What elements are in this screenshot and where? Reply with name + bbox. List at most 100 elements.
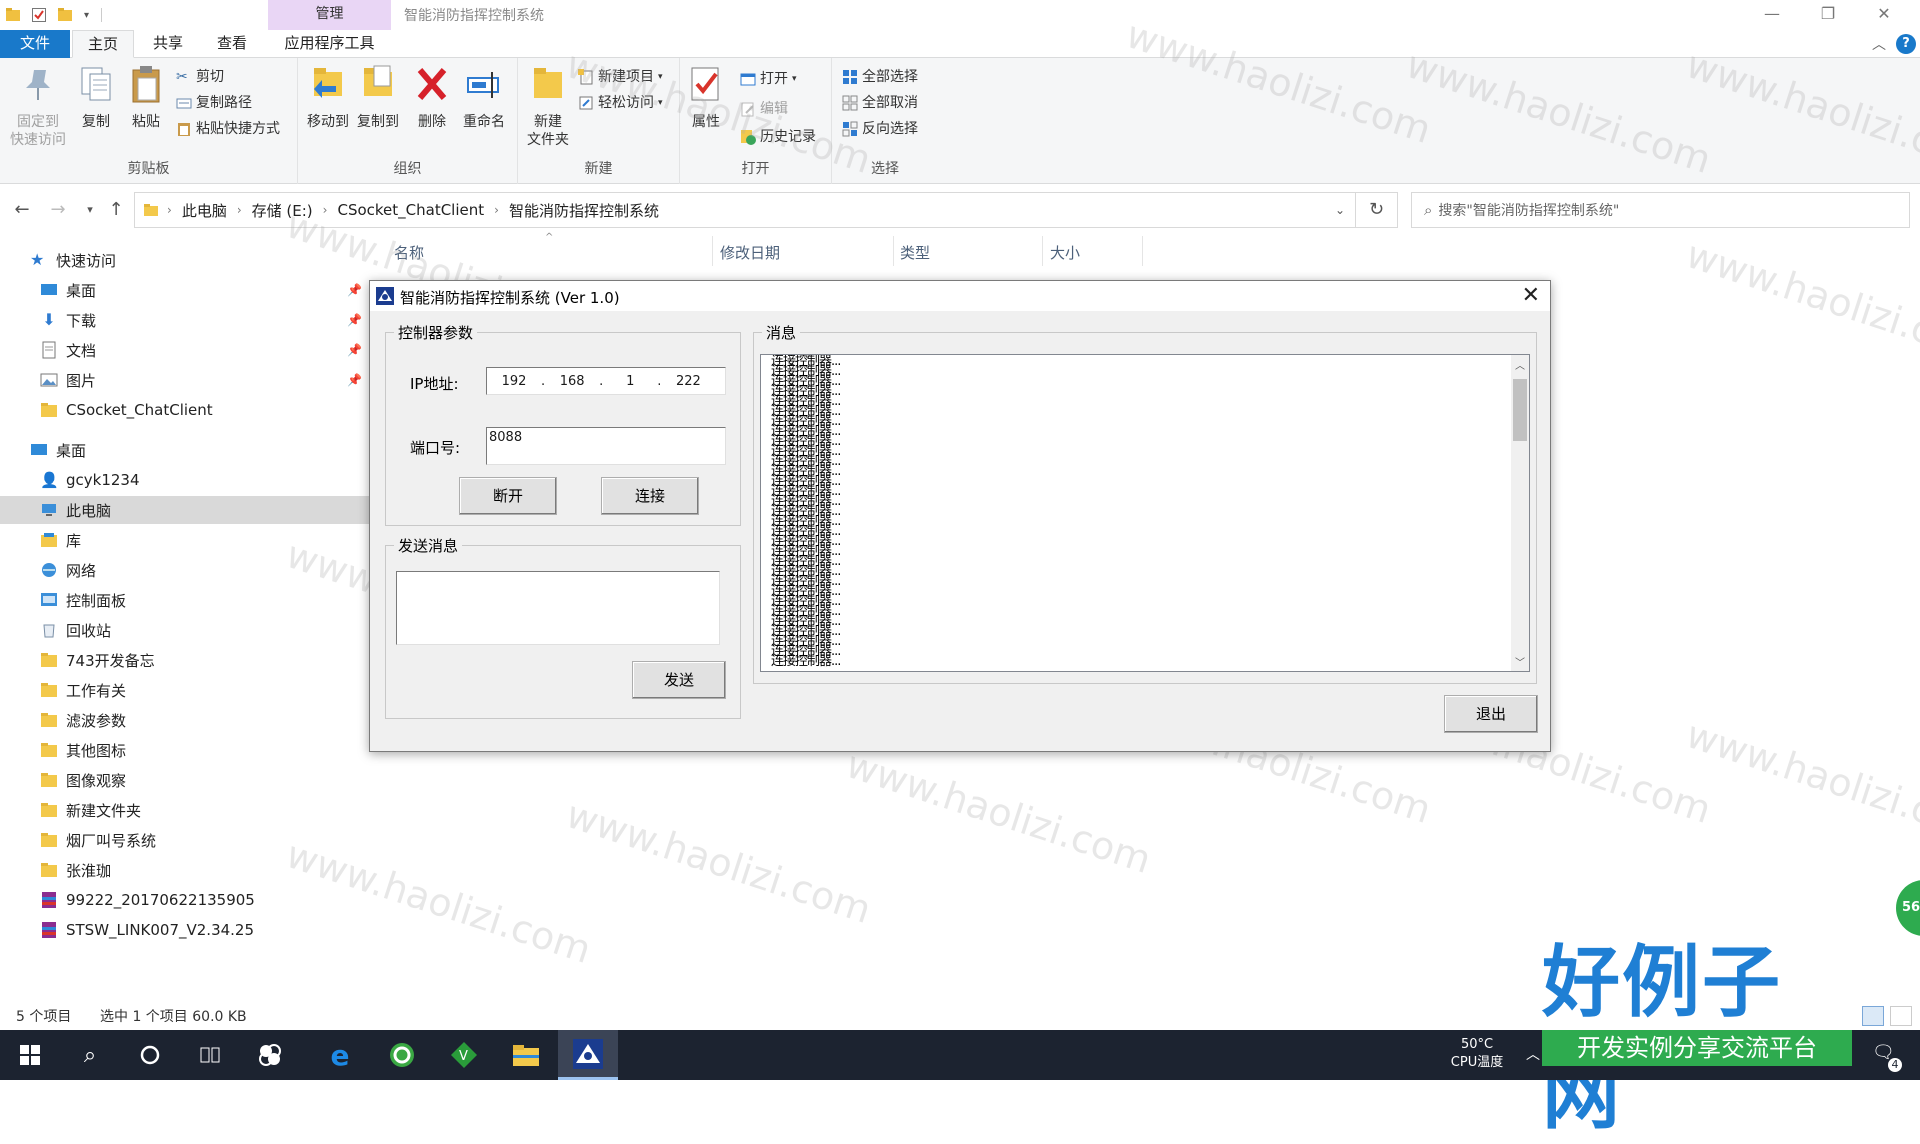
nav-item[interactable]: 控制面板 — [0, 586, 370, 614]
ip-octet[interactable]: 192 — [487, 374, 541, 389]
column-modified[interactable]: 修改日期 — [720, 242, 780, 263]
disconnect-button[interactable]: 断开 — [459, 477, 557, 515]
new-item-button[interactable]: 新建项目 ▾ — [578, 66, 663, 88]
ip-address-field[interactable]: 192. 168. 1. 222 — [486, 367, 726, 395]
collapse-ribbon-icon[interactable]: ︿ — [1872, 34, 1886, 54]
forward-arrow-icon[interactable]: → — [46, 198, 70, 222]
minimize-button[interactable]: — — [1744, 0, 1800, 30]
paste-shortcut-button[interactable]: 粘贴快捷方式 — [176, 118, 280, 140]
pin-icon[interactable]: 📌 — [347, 283, 362, 297]
open-button[interactable]: 打开 ▾ — [740, 68, 797, 90]
ip-octet[interactable]: 168 — [545, 374, 599, 389]
column-size[interactable]: 大小 — [1050, 242, 1080, 263]
details-view-icon[interactable] — [1862, 1006, 1884, 1026]
vim-icon[interactable]: V — [434, 1030, 494, 1080]
start-windows-icon[interactable] — [0, 1030, 60, 1080]
recent-locations-icon[interactable]: ▾ — [78, 198, 102, 222]
nav-item[interactable]: 库 — [0, 526, 370, 554]
move-to-button[interactable]: 移动到 — [304, 64, 352, 131]
back-arrow-icon[interactable]: ← — [10, 198, 34, 222]
copy-path-button[interactable]: 复制路径 — [176, 92, 252, 114]
close-window-button[interactable]: ✕ — [1856, 0, 1912, 30]
nav-item[interactable]: 图像观察 — [0, 766, 370, 794]
invert-selection-button[interactable]: 反向选择 — [842, 118, 918, 140]
tab-view[interactable]: 查看 — [202, 30, 262, 58]
nav-item[interactable]: 👤 gcyk1234 — [0, 466, 370, 494]
nav-item[interactable]: 新建文件夹 — [0, 796, 370, 824]
search-input[interactable]: ⌕ 搜索"智能消防指挥控制系统" — [1411, 192, 1910, 228]
new-folder-icon[interactable] — [58, 7, 72, 23]
nav-item[interactable]: 99222_20170622135905 — [0, 886, 370, 914]
connect-button[interactable]: 连接 — [601, 477, 699, 515]
edge-browser-icon[interactable]: e — [310, 1030, 370, 1080]
search-icon[interactable]: ⌕ — [60, 1030, 120, 1080]
new-folder-button[interactable]: 新建 文件夹 — [524, 64, 572, 149]
column-divider[interactable] — [1142, 236, 1143, 266]
message-scrollbar[interactable]: ︿ ﹀ — [1511, 355, 1529, 671]
tab-file[interactable]: 文件 — [0, 30, 70, 58]
fire-control-app-icon[interactable] — [558, 1030, 618, 1080]
nav-item[interactable]: 张淮珈 — [0, 856, 370, 884]
scroll-thumb[interactable] — [1513, 379, 1527, 441]
tab-home[interactable]: 主页 — [72, 30, 134, 58]
column-name[interactable]: 名称 — [394, 242, 424, 263]
tab-share[interactable]: 共享 — [138, 30, 198, 58]
select-none-button[interactable]: 全部取消 — [842, 92, 918, 114]
tray-expand-icon[interactable]: ︿ — [1526, 1044, 1540, 1064]
restore-button[interactable]: ❐ — [1800, 0, 1856, 30]
properties-check-icon[interactable] — [32, 7, 46, 23]
nav-item[interactable]: 工作有关 — [0, 676, 370, 704]
qat-dropdown-icon[interactable]: ▾ — [84, 10, 89, 21]
pin-icon[interactable]: 📌 — [347, 343, 362, 357]
nav-desktop[interactable]: 桌面 — [0, 436, 370, 464]
exit-button[interactable]: 退出 — [1444, 695, 1538, 733]
dialog-close-icon[interactable]: ✕ — [1522, 283, 1540, 308]
column-divider[interactable] — [893, 236, 894, 266]
nav-qa-documents[interactable]: 文档 📌 — [0, 336, 370, 364]
nav-qa-desktop[interactable]: 桌面 📌 — [0, 276, 370, 304]
context-tab-manage[interactable]: 管理 — [268, 0, 391, 30]
nav-item[interactable]: 回收站 — [0, 616, 370, 644]
nav-qa-csocket[interactable]: CSocket_ChatClient — [0, 396, 370, 424]
easy-access-button[interactable]: 轻松访问 ▾ — [578, 92, 663, 114]
pin-quick-access-button[interactable]: 固定到 快速访问 — [6, 64, 70, 149]
pin-icon[interactable]: 📌 — [347, 373, 362, 387]
nav-item[interactable]: 滤波参数 — [0, 706, 370, 734]
cut-button[interactable]: ✂ 剪切 — [176, 66, 224, 88]
scroll-down-icon[interactable]: ﹀ — [1511, 654, 1529, 669]
scroll-up-icon[interactable]: ︿ — [1511, 357, 1529, 372]
breadcrumb-current-folder[interactable]: 智能消防指挥控制系统 — [503, 200, 665, 221]
nav-qa-pictures[interactable]: 图片 📌 — [0, 366, 370, 394]
paste-button[interactable]: 粘贴 — [122, 64, 170, 131]
address-dropdown-icon[interactable]: ⌄ — [1335, 203, 1345, 217]
up-arrow-icon[interactable]: ↑ — [104, 198, 128, 222]
nav-item[interactable]: 网络 — [0, 556, 370, 584]
send-button[interactable]: 发送 — [632, 661, 726, 699]
help-icon[interactable]: ? — [1896, 34, 1916, 54]
nav-item[interactable]: 其他图标 — [0, 736, 370, 764]
column-type[interactable]: 类型 — [900, 242, 930, 263]
nav-quick-access[interactable]: ★ 快速访问 — [0, 246, 370, 274]
properties-button[interactable]: 属性 — [684, 64, 728, 131]
refresh-icon[interactable]: ↻ — [1356, 192, 1398, 228]
port-field[interactable]: 8088 — [486, 427, 726, 465]
nav-item[interactable]: STSW_LINK007_V2.34.25 — [0, 916, 370, 944]
task-view-icon[interactable] — [180, 1030, 240, 1080]
column-divider[interactable] — [1042, 236, 1043, 266]
cortana-icon[interactable] — [120, 1030, 180, 1080]
tab-app-tools[interactable]: 应用程序工具 — [268, 30, 391, 58]
history-button[interactable]: 历史记录 — [740, 126, 816, 148]
floating-speed-badge[interactable]: 56 — [1896, 880, 1920, 936]
message-list[interactable]: 连接控制器... 连接控制器... 连接控制器... 连接控制器... 连接控制器...… — [760, 354, 1530, 672]
nav-item-this-pc[interactable]: 此电脑 — [0, 496, 370, 524]
ip-octet[interactable]: 222 — [661, 374, 715, 389]
copy-button[interactable]: 复制 — [72, 64, 120, 131]
select-all-button[interactable]: 全部选择 — [842, 66, 918, 88]
send-message-input[interactable] — [396, 571, 720, 645]
delete-button[interactable]: 删除 — [412, 64, 452, 131]
large-icons-view-icon[interactable] — [1890, 1006, 1912, 1026]
file-explorer-icon[interactable] — [496, 1030, 556, 1080]
nav-item[interactable]: 743开发备忘 — [0, 646, 370, 674]
pin-icon[interactable]: 📌 — [347, 313, 362, 327]
breadcrumb-this-pc[interactable]: 此电脑 — [176, 200, 233, 221]
